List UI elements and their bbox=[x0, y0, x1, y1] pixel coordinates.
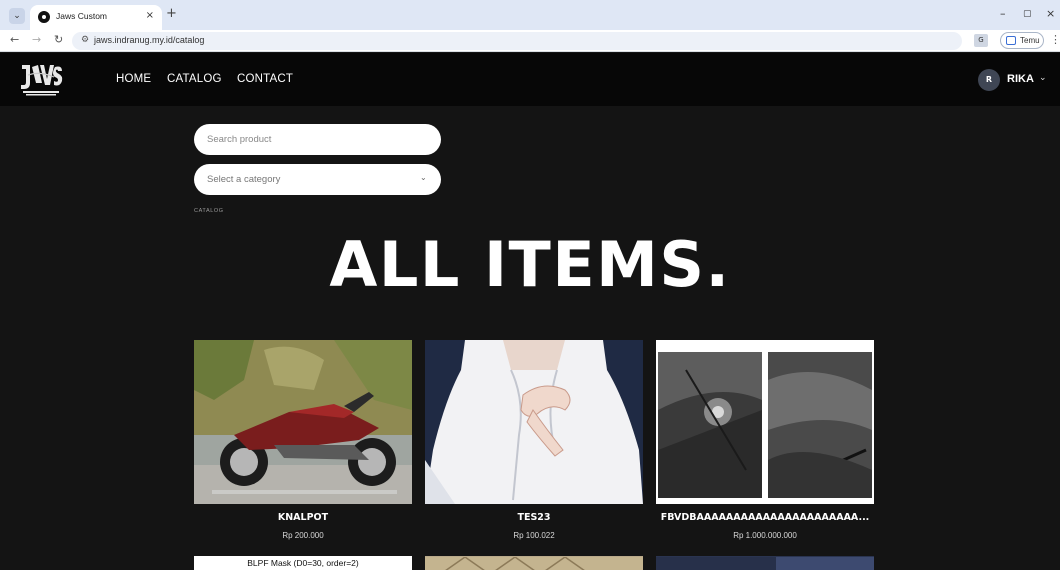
profile-icon bbox=[1006, 36, 1016, 45]
close-tab-icon[interactable]: × bbox=[146, 10, 154, 21]
product-image-motorcycle[interactable] bbox=[194, 340, 412, 504]
site-info-icon[interactable]: ⚙ bbox=[81, 35, 89, 45]
product-card[interactable]: BLPF Mask (D0=30, order=2) bbox=[194, 556, 412, 570]
product-price: Rp 1.000.000.000 bbox=[733, 531, 797, 540]
back-icon[interactable]: ← bbox=[10, 33, 19, 46]
site-logo[interactable] bbox=[18, 61, 64, 99]
browser-menu-icon[interactable]: ⋮ bbox=[1050, 33, 1060, 46]
chevron-down-icon: ⌄ bbox=[420, 173, 427, 182]
product-name[interactable]: TES23 bbox=[425, 512, 643, 523]
chevron-down-icon[interactable]: ⌄ bbox=[1039, 73, 1047, 83]
forward-icon[interactable]: → bbox=[32, 33, 41, 46]
restore-icon[interactable]: ▢ bbox=[1023, 9, 1032, 19]
favicon-icon bbox=[38, 11, 50, 23]
browser-tabbar: ⌄ Jaws Custom × + – ▢ × bbox=[0, 0, 1060, 30]
nav-contact[interactable]: CONTACT bbox=[237, 73, 293, 85]
address-bar: ← → ↻ ⚙ jaws.indranug.my.id/catalog G Te… bbox=[0, 30, 1060, 52]
page-title: ALL ITEMS. bbox=[329, 228, 731, 301]
profile-button[interactable]: Temu bbox=[1000, 32, 1044, 49]
tab-list-button[interactable]: ⌄ bbox=[9, 8, 25, 24]
product-price: Rp 200.000 bbox=[282, 531, 324, 540]
nav-catalog[interactable]: CATALOG bbox=[167, 73, 222, 85]
product-image bbox=[656, 557, 874, 570]
nav-home[interactable]: HOME bbox=[116, 73, 151, 85]
reload-icon[interactable]: ↻ bbox=[54, 33, 63, 46]
new-tab-icon[interactable]: + bbox=[166, 6, 177, 21]
product-name[interactable]: FBVDBAAAAAAAAAAAAAAAAAAAAAA... bbox=[656, 512, 874, 523]
site-header: HOME CATALOG CONTACT R RIKA ⌄ bbox=[0, 53, 1060, 106]
avatar[interactable]: R bbox=[978, 69, 1000, 91]
user-name[interactable]: RIKA bbox=[1007, 73, 1034, 85]
product-card[interactable] bbox=[425, 556, 643, 570]
tab-title: Jaws Custom bbox=[56, 11, 108, 21]
minimize-icon[interactable]: – bbox=[1000, 7, 1006, 20]
product-image-illustration[interactable] bbox=[425, 340, 643, 504]
product-price: Rp 100.022 bbox=[513, 531, 555, 540]
product-image-caption: BLPF Mask (D0=30, order=2) bbox=[247, 558, 359, 568]
product-card[interactable] bbox=[656, 556, 874, 570]
translate-icon[interactable]: G bbox=[974, 34, 988, 47]
breadcrumb: CATALOG bbox=[194, 208, 224, 214]
catalog-main: Select a category ⌄ CATALOG ALL ITEMS. K… bbox=[0, 106, 1060, 570]
profile-label: Temu bbox=[1020, 36, 1040, 45]
url-text[interactable]: jaws.indranug.my.id/catalog bbox=[94, 35, 204, 45]
url-field[interactable]: ⚙ jaws.indranug.my.id/catalog bbox=[72, 32, 962, 50]
category-select[interactable]: Select a category ⌄ bbox=[194, 164, 441, 195]
product-name[interactable]: KNALPOT bbox=[194, 512, 412, 523]
window-close-icon[interactable]: × bbox=[1046, 7, 1055, 20]
category-select-label: Select a category bbox=[207, 174, 281, 185]
product-image bbox=[425, 556, 643, 570]
product-image-comic[interactable] bbox=[656, 340, 874, 504]
search-input[interactable] bbox=[194, 124, 441, 155]
browser-tab[interactable]: Jaws Custom × bbox=[30, 5, 162, 30]
